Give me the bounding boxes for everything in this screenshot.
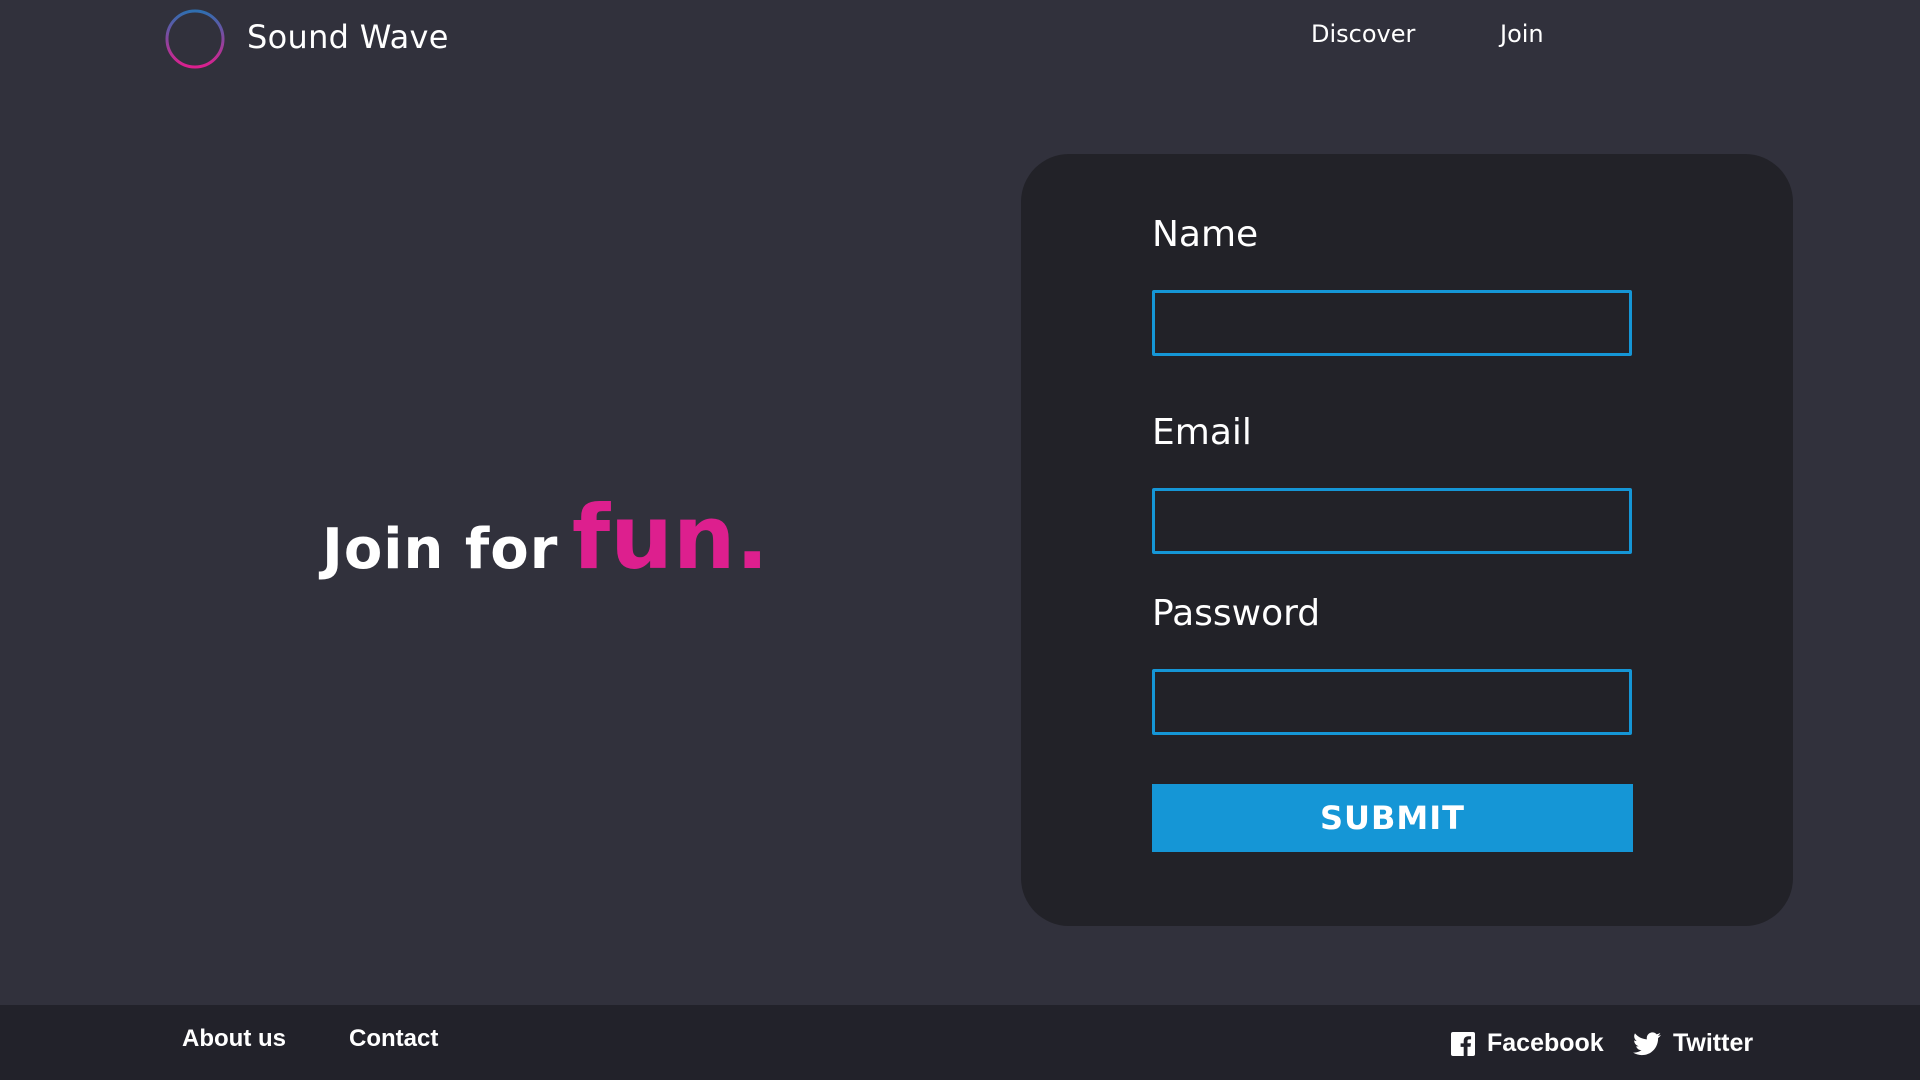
footer: About us Contact Facebook Twitter [0,1005,1920,1080]
name-input[interactable] [1152,290,1632,356]
sound-wave-logo-icon[interactable] [165,9,225,69]
footer-contact-link[interactable]: Contact [349,1025,438,1053]
twitter-label: Twitter [1673,1029,1754,1057]
nav-discover[interactable]: Discover [1311,20,1415,48]
password-input[interactable] [1152,669,1632,735]
password-label: Password [1152,593,1321,634]
email-input[interactable] [1152,488,1632,554]
hero-heading: Join for fun. [322,486,769,589]
facebook-icon [1451,1031,1475,1056]
facebook-link[interactable]: Facebook [1451,1029,1604,1058]
facebook-label: Facebook [1487,1029,1604,1057]
email-label: Email [1152,412,1252,453]
signup-form-card: Name Email Password SUBMIT [1021,154,1793,926]
twitter-icon [1633,1031,1661,1056]
brand-name[interactable]: Sound Wave [247,18,449,56]
nav-join[interactable]: Join [1500,20,1544,48]
hero-text: Join for [322,517,559,582]
page: Sound Wave Discover Join Join for fun. N… [0,0,1920,1080]
footer-about-link[interactable]: About us [182,1025,286,1053]
name-label: Name [1152,214,1259,255]
hero-accent-text: fun. [571,486,769,589]
submit-button[interactable]: SUBMIT [1152,784,1633,852]
twitter-link[interactable]: Twitter [1633,1029,1753,1058]
